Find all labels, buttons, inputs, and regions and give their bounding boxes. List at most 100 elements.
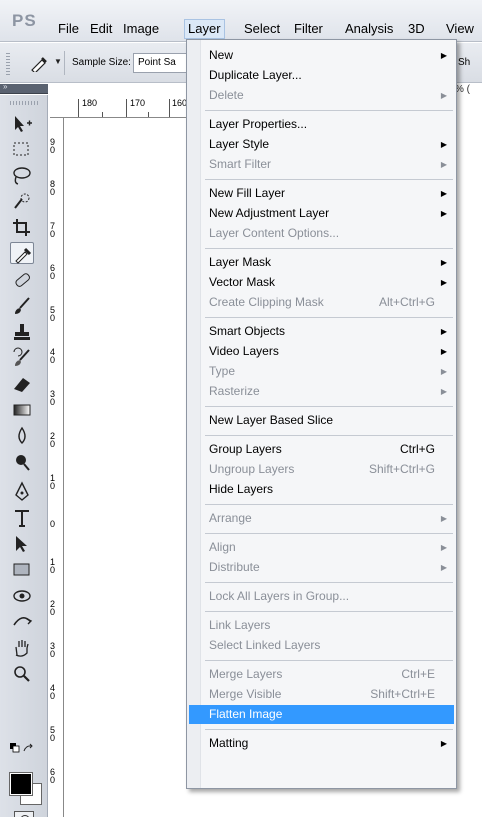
menu-item-label: Layer Properties...: [209, 117, 308, 131]
menu-item-merge-visible[interactable]: Merge Visible Shift+Ctrl+E: [203, 685, 455, 704]
eyedropper-icon[interactable]: [28, 56, 50, 74]
menu-image[interactable]: Image: [123, 21, 159, 36]
quick-selection-tool-icon[interactable]: [10, 191, 34, 213]
eyedropper-tool-icon[interactable]: [10, 242, 34, 264]
menu-item-smart-filter[interactable]: Smart Filter ▶: [203, 155, 455, 174]
sample-size-select[interactable]: Point Sa: [133, 53, 193, 73]
menu-item-matting[interactable]: Matting ▶: [203, 734, 455, 753]
3d-orbit-tool-icon[interactable]: [10, 611, 34, 633]
submenu-arrow-icon: ▶: [440, 209, 447, 218]
blur-tool-icon[interactable]: [10, 425, 34, 447]
menu-item-merge-layers[interactable]: Merge Layers Ctrl+E: [203, 665, 455, 684]
menu-item-create-clipping-mask[interactable]: Create Clipping Mask Alt+Ctrl+G: [203, 293, 455, 312]
menu-edit[interactable]: Edit: [90, 21, 112, 36]
submenu-arrow-icon: ▶: [440, 543, 447, 552]
hand-tool-icon[interactable]: [10, 637, 34, 659]
menu-separator: [205, 729, 453, 730]
menu-layer[interactable]: Layer: [184, 19, 225, 39]
document-tab-fragment[interactable]: % (: [455, 84, 482, 96]
options-bar-grip[interactable]: [6, 53, 10, 75]
tools-panel-grip[interactable]: [10, 101, 38, 105]
menu-filter[interactable]: Filter: [294, 21, 323, 36]
menu-item-label: Align: [209, 540, 236, 554]
menu-item-distribute[interactable]: Distribute ▶: [203, 558, 455, 577]
menu-item-vector-mask[interactable]: Vector Mask ▶: [203, 273, 455, 292]
menu-item-smart-objects[interactable]: Smart Objects ▶: [203, 322, 455, 341]
menu-item-lock-all-layers-in-group[interactable]: Lock All Layers in Group...: [203, 587, 455, 606]
quick-mask-icon[interactable]: [14, 811, 34, 817]
menu-item-duplicate-layer[interactable]: Duplicate Layer...: [203, 66, 455, 85]
menu-item-label: Smart Filter: [209, 157, 272, 171]
menu-item-rasterize[interactable]: Rasterize ▶: [203, 382, 455, 401]
menu-item-label: Smart Objects: [209, 324, 286, 338]
menu-analysis[interactable]: Analysis: [345, 21, 393, 36]
menu-item-label: Delete: [209, 88, 244, 102]
zoom-tool-icon[interactable]: [10, 663, 34, 685]
menu-item-layer-mask[interactable]: Layer Mask ▶: [203, 253, 455, 272]
rectangle-tool-icon[interactable]: [10, 559, 34, 581]
type-tool-icon[interactable]: [10, 507, 34, 529]
menu-item-layer-content-options[interactable]: Layer Content Options...: [203, 224, 455, 243]
menu-item-group-layers[interactable]: Group Layers Ctrl+G: [203, 440, 455, 459]
menu-item-select-linked-layers[interactable]: Select Linked Layers: [203, 636, 455, 655]
show-sampling-ring-label: Sh: [458, 57, 471, 68]
menu-item-label: Link Layers: [209, 618, 271, 632]
healing-brush-tool-icon[interactable]: [10, 269, 34, 291]
eraser-tool-icon[interactable]: [10, 373, 34, 395]
foreground-color-swatch[interactable]: [10, 773, 32, 795]
menu-view[interactable]: View: [446, 21, 474, 36]
menu-item-type[interactable]: Type ▶: [203, 362, 455, 381]
menu-item-new[interactable]: New ▶: [203, 46, 455, 65]
ruler-tick: [126, 99, 127, 117]
menu-item-new-adjustment-layer[interactable]: New Adjustment Layer ▶: [203, 204, 455, 223]
menu-separator: [205, 179, 453, 180]
menu-item-new-fill-layer[interactable]: New Fill Layer ▶: [203, 184, 455, 203]
submenu-arrow-icon: ▶: [440, 91, 447, 100]
ruler-tick: [148, 112, 149, 117]
marquee-tool-icon[interactable]: [10, 139, 34, 161]
crop-tool-icon[interactable]: [10, 217, 34, 239]
clone-stamp-tool-icon[interactable]: [10, 321, 34, 343]
pen-tool-icon[interactable]: [10, 481, 34, 503]
menu-item-shortcut: Shift+Ctrl+G: [368, 462, 435, 476]
menu-item-layer-style[interactable]: Layer Style ▶: [203, 135, 455, 154]
dodge-tool-icon[interactable]: [10, 451, 34, 473]
ruler-label: 20: [50, 599, 56, 617]
brush-tool-icon[interactable]: [10, 295, 34, 317]
menu-item-label: Rasterize: [209, 384, 260, 398]
options-separator: [64, 51, 65, 75]
tools-panel-header[interactable]: »: [0, 82, 48, 94]
expand-panel-icon[interactable]: »: [3, 82, 8, 91]
menu-item-video-layers[interactable]: Video Layers ▶: [203, 342, 455, 361]
ruler-label: 10: [50, 557, 56, 575]
menu-item-ungroup-layers[interactable]: Ungroup Layers Shift+Ctrl+G: [203, 460, 455, 479]
tool-preset-chevron-down-icon[interactable]: ▼: [54, 57, 62, 66]
history-brush-tool-icon[interactable]: [10, 347, 34, 369]
menu-select[interactable]: Select: [244, 21, 280, 36]
lasso-tool-icon[interactable]: [10, 165, 34, 187]
menu-item-link-layers[interactable]: Link Layers: [203, 616, 455, 635]
menu-item-delete[interactable]: Delete ▶: [203, 86, 455, 105]
ruler-tick: [78, 99, 79, 117]
menu-3d[interactable]: 3D: [408, 21, 425, 36]
move-tool-icon[interactable]: [10, 113, 34, 135]
menu-item-label: Layer Style: [209, 137, 270, 151]
menu-item-hide-layers[interactable]: Hide Layers: [203, 480, 455, 499]
3d-rotate-tool-icon[interactable]: [10, 585, 34, 607]
menu-item-flatten-image[interactable]: Flatten Image: [189, 705, 454, 724]
menu-item-arrange[interactable]: Arrange ▶: [203, 509, 455, 528]
menu-item-label: Vector Mask: [209, 275, 276, 289]
menu-file[interactable]: File: [58, 21, 79, 36]
menu-item-label: Flatten Image: [209, 707, 283, 721]
menu-item-layer-properties[interactable]: Layer Properties...: [203, 115, 455, 134]
menu-item-shortcut: Ctrl+G: [399, 442, 435, 456]
menu-item-new-layer-based-slice[interactable]: New Layer Based Slice: [203, 411, 455, 430]
menu-separator: [205, 533, 453, 534]
default-colors-icon[interactable]: [10, 743, 36, 757]
menu-separator: [205, 317, 453, 318]
gradient-tool-icon[interactable]: [10, 399, 34, 421]
ruler-label: 40: [50, 683, 56, 701]
menu-item-align[interactable]: Align ▶: [203, 538, 455, 557]
path-selection-tool-icon[interactable]: [10, 533, 34, 555]
menu-item-label: New Fill Layer: [209, 186, 286, 200]
